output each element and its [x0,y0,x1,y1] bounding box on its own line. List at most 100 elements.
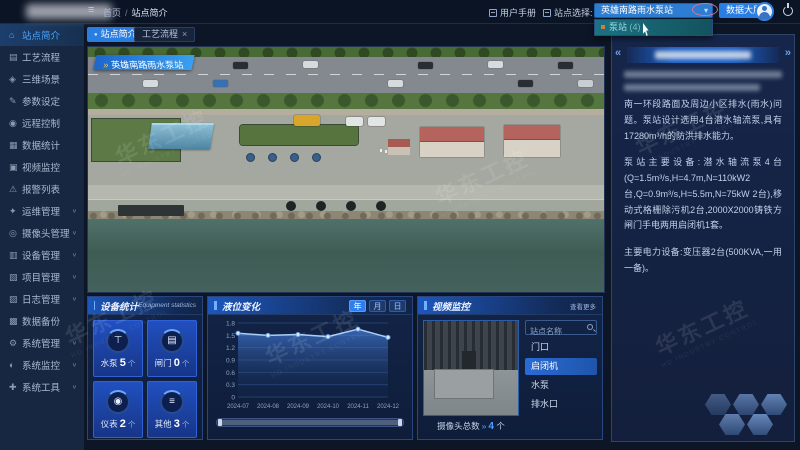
chevron-down-icon: ∨ [72,340,77,346]
user-manual-link[interactable]: 用户手册 [489,6,536,19]
range-button-月[interactable]: 月 [369,300,386,312]
device-management-icon: ▥ [9,250,22,261]
outfall-pipe [376,201,386,211]
svg-text:2024-12: 2024-12 [377,404,400,410]
sidebar-item-label: 设备管理 [22,248,72,262]
chevron-down-icon: ∨ [72,230,77,236]
site-dropdown: 泵站 (4) [594,19,713,36]
level-chart: 00.30.60.91.21.51.82024-072024-082024-09… [214,317,406,415]
sidebar-item-system-monitor[interactable]: ◐系统监控∨ [0,354,84,376]
breadcrumb-separator: / [125,8,128,18]
camera-total: 摄像头总数»4 个 [423,420,519,432]
close-icon: × [182,29,187,39]
camera-view[interactable] [423,320,519,416]
info-paragraph-2: 泵站主要设备:潜水轴流泵4台(Q=1.5m³/s,H=4.7m,N=110kW2… [624,155,782,234]
yellow-truck [294,115,320,126]
redacted-title [655,51,751,59]
sidebar-item-process-flow[interactable]: ▤工艺流程 [0,46,84,68]
garden [240,125,358,145]
promenade [88,185,605,199]
chart-zoom-slider[interactable] [216,418,404,427]
camera-item-门口[interactable]: 门口 [525,339,597,356]
view-more-link[interactable]: 查看更多 [570,301,596,311]
camera-item-水泵[interactable]: 水泵 [525,377,597,394]
sidebar-item-data-statistics[interactable]: ▦数据统计 [0,134,84,156]
range-button-年[interactable]: 年 [349,300,366,312]
sidebar-item-device-management[interactable]: ▥设备管理∨ [0,244,84,266]
camera-search-input[interactable] [526,325,596,338]
outfall-pipe [286,201,296,211]
log-management-icon: ▨ [9,294,22,305]
sidebar-item-3d-scene[interactable]: ◈三维场景 [0,68,84,90]
pump-unit [246,153,255,162]
car [518,80,533,87]
alarm-list-icon: ⚠ [9,184,22,195]
sidebar-item-label: 摄像头管理 [22,226,72,240]
sidebar-item-label: 工艺流程 [22,50,84,64]
camera-management-icon: ◎ [9,228,22,239]
equipment-panel: 设备统计 Equipment statistics ⊤水泵5个▤闸门0个◉仪表2… [87,296,203,440]
sidebar-item-label: 三维场景 [22,72,84,86]
sidebar-item-system-management[interactable]: ⚙系统管理∨ [0,332,84,354]
avatar[interactable] [755,2,774,21]
sidebar-item-system-tools[interactable]: ✚系统工具∨ [0,376,84,398]
svg-text:0.6: 0.6 [226,370,235,377]
redacted-line [624,84,760,91]
menu-toggle-icon[interactable]: ≡ [88,4,94,16]
site-select[interactable]: 英雄南路雨水泵站 ▾ [594,3,713,18]
power-icon[interactable] [783,6,793,16]
sidebar-item-label: 系统监控 [22,358,72,372]
sidebar-item-video-monitor[interactable]: ▣视频监控 [0,156,84,178]
equipment-tiles: ⊤水泵5个▤闸门0个◉仪表2个≡其他3个 [88,315,202,443]
video-panel-title: 视频监控 [432,299,470,313]
sidebar: ⌂站点简介▤工艺流程◈三维场景✎参数设定◉远程控制▦数据统计▣视频监控⚠报警列表… [0,24,84,450]
dropdown-item-icon [601,25,605,29]
car [388,80,403,87]
slider-handle-left[interactable] [218,419,222,426]
process-flow-icon: ▤ [9,52,22,63]
sidebar-item-site-intro[interactable]: ⌂站点简介 [0,24,84,46]
hexagon-decoration [705,394,789,436]
data-statistics-icon: ▦ [9,140,22,151]
sidebar-item-log-management[interactable]: ▨日志管理∨ [0,288,84,310]
aerial-photo: »英雄南路雨水泵站 [87,46,605,293]
guard-hut [388,139,410,155]
outfall-pipe [346,201,356,211]
slider-handle-right[interactable] [398,419,402,426]
sidebar-item-alarm-list[interactable]: ⚠报警列表 [0,178,84,200]
system-management-icon: ⚙ [9,338,22,349]
camera-list-col: 门口启闭机水泵排水口 [525,320,597,432]
sidebar-item-project-management[interactable]: ▧项目管理∨ [0,266,84,288]
pump-unit [290,153,299,162]
equipment-tile-gate: ▤闸门0个 [147,320,197,377]
station-title-banner: « » [627,47,779,63]
car [213,80,228,87]
level-panel-header: 液位变化 年月日 [208,297,412,315]
site-select-value: 英雄南路雨水泵站 [601,5,673,15]
camera-item-启闭机[interactable]: 启闭机 [525,358,597,375]
equipment-panel-title: 设备统计 [100,299,138,313]
sidebar-item-data-backup[interactable]: ▩数据备份 [0,310,84,332]
camera-search [525,320,597,335]
chevron-down-icon: ∨ [72,252,77,258]
camera-item-排水口[interactable]: 排水口 [525,396,597,413]
3d-scene-icon: ◈ [9,74,22,85]
chevron-down-icon: ▾ [704,4,708,17]
breadcrumb-home[interactable]: 首页 [103,8,121,18]
person [380,149,382,152]
pump-unit [268,153,277,162]
tab-process-flow[interactable]: 工艺流程× [134,27,195,42]
sidebar-item-remote-control[interactable]: ◉远程控制 [0,112,84,134]
dock-structure [118,205,184,216]
chevron-down-icon: ∨ [72,208,77,214]
range-button-日[interactable]: 日 [389,300,406,312]
sidebar-item-param-setting[interactable]: ✎参数设定 [0,90,84,112]
equipment-tile-meter: ◉仪表2个 [93,381,143,438]
sidebar-item-label: 项目管理 [22,270,72,284]
dropdown-item-pump-station[interactable]: 泵站 (4) [595,20,712,35]
sidebar-item-label: 站点简介 [22,28,84,42]
sidebar-item-camera-management[interactable]: ◎摄像头管理∨ [0,222,84,244]
equipment-building [420,127,484,157]
car [558,62,573,69]
sidebar-item-ops-management[interactable]: ✦运维管理∨ [0,200,84,222]
